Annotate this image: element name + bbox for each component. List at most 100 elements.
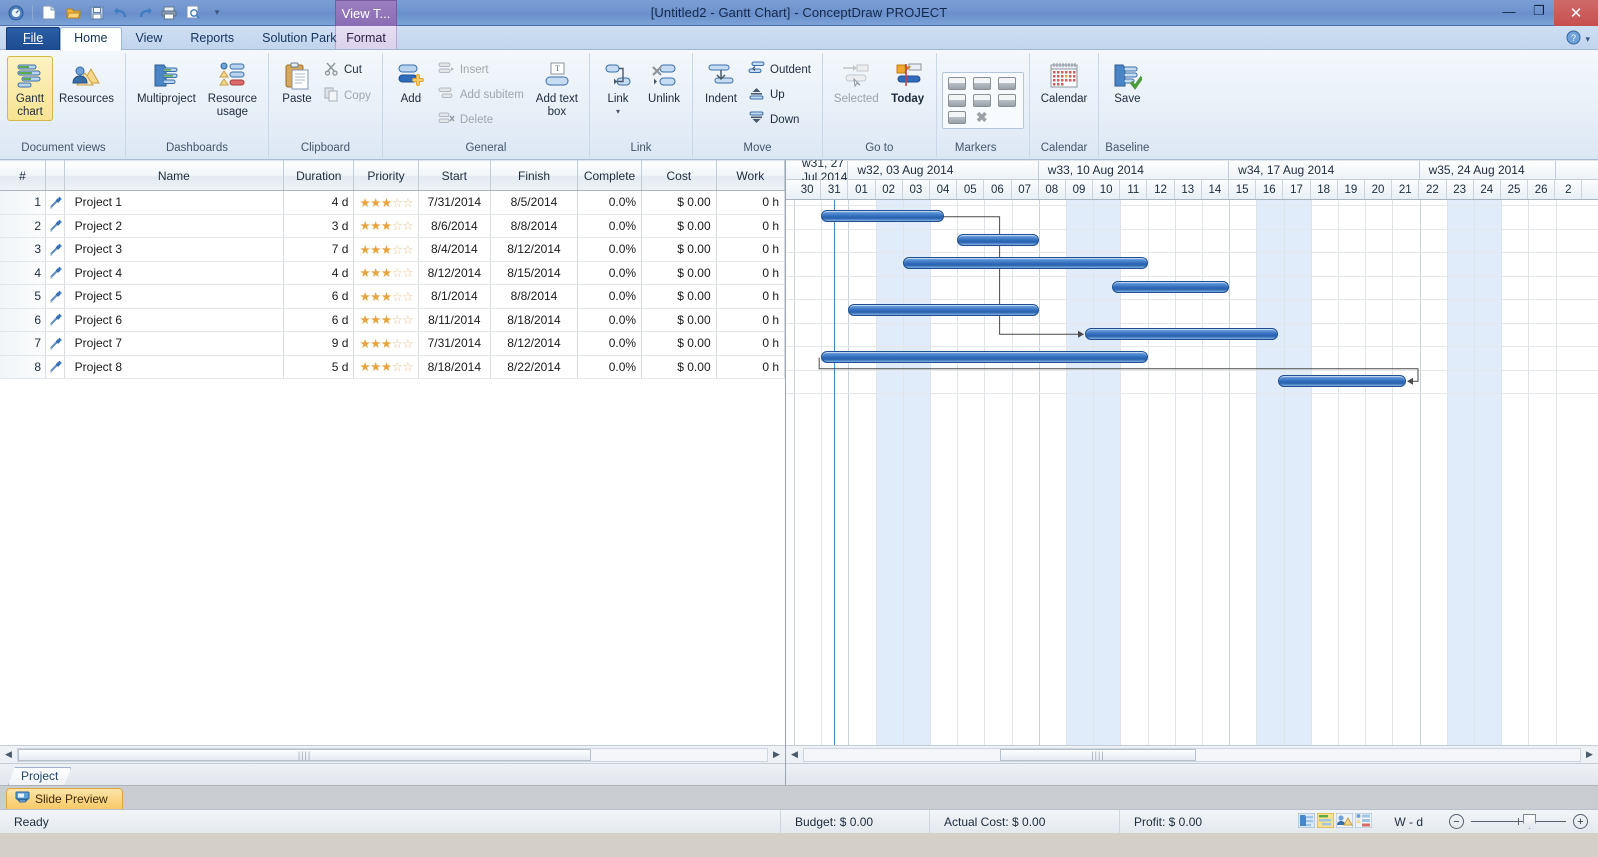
go-to-selected-button[interactable]: Selected xyxy=(828,56,885,109)
cell-duration[interactable]: 4 d xyxy=(283,190,355,215)
cell-complete[interactable]: 0.0% xyxy=(577,355,643,379)
marker-2[interactable] xyxy=(972,76,991,90)
delete-button[interactable]: Delete xyxy=(434,108,530,131)
outdent-button[interactable]: Outdent xyxy=(744,58,817,81)
task-type-icon[interactable] xyxy=(45,331,65,356)
redo-icon[interactable] xyxy=(135,3,155,23)
cell-complete[interactable]: 0.0% xyxy=(577,214,643,238)
gantt-bar[interactable] xyxy=(1278,374,1406,387)
sheet-tab-project[interactable]: Project xyxy=(8,767,71,785)
gantt-bar[interactable] xyxy=(1112,280,1230,293)
cell-finish[interactable]: 8/8/2014 xyxy=(490,214,578,238)
cell-number[interactable]: 6 xyxy=(0,308,47,332)
cell-duration[interactable]: 5 d xyxy=(283,355,355,379)
cell-start[interactable]: 8/11/2014 xyxy=(418,308,492,332)
cell-number[interactable]: 7 xyxy=(0,331,47,356)
cell-number[interactable]: 1 xyxy=(0,190,47,215)
col-header-complete[interactable]: Complete xyxy=(577,160,643,191)
table-scroll-thumb[interactable]: |||| xyxy=(18,748,591,761)
indent-button[interactable]: Indent xyxy=(698,56,744,109)
customize-qat-icon[interactable]: ▾ xyxy=(207,3,227,23)
gantt-bar[interactable] xyxy=(848,304,1039,316)
slide-preview-tab[interactable]: Slide Preview xyxy=(6,788,123,809)
cell-start[interactable]: 7/31/2014 xyxy=(418,190,492,215)
gantt-scroll-thumb[interactable]: |||| xyxy=(1000,748,1196,761)
tab-home[interactable]: Home xyxy=(60,27,122,51)
markers-gallery[interactable]: ✖ xyxy=(941,71,1024,129)
app-menu-icon[interactable] xyxy=(6,3,26,23)
task-type-icon[interactable] xyxy=(45,190,65,215)
insert-button[interactable]: Insert xyxy=(434,58,530,81)
help-controls[interactable]: ? ▾ xyxy=(1566,30,1590,48)
cell-duration[interactable]: 6 d xyxy=(283,284,355,309)
marker-4[interactable] xyxy=(947,93,966,107)
cell-finish[interactable]: 8/22/2014 xyxy=(490,355,578,379)
gantt-bar[interactable] xyxy=(821,351,1148,363)
cell-name[interactable]: Project 5 xyxy=(64,284,285,309)
cell-number[interactable]: 8 xyxy=(0,355,47,379)
gantt-bar[interactable] xyxy=(902,257,1148,269)
task-type-icon[interactable] xyxy=(45,237,65,262)
cell-cost[interactable]: $ 0.00 xyxy=(641,214,717,238)
cell-name[interactable]: Project 7 xyxy=(64,331,285,356)
cell-name[interactable]: Project 8 xyxy=(64,355,285,379)
copy-button[interactable]: Copy xyxy=(320,84,377,108)
cell-work[interactable]: 0 h xyxy=(716,214,786,238)
cell-name[interactable]: Project 2 xyxy=(64,214,285,238)
close-button[interactable]: ✕ xyxy=(1554,0,1598,26)
cell-priority[interactable]: ★★★☆☆ xyxy=(353,261,419,285)
cell-name[interactable]: Project 1 xyxy=(64,190,285,215)
view-gantt-icon[interactable] xyxy=(1316,812,1335,831)
cell-duration[interactable]: 3 d xyxy=(283,214,355,238)
add-button[interactable]: Add xyxy=(388,56,434,109)
marker-6[interactable] xyxy=(997,93,1016,107)
cell-work[interactable]: 0 h xyxy=(716,284,786,309)
gantt-scroll-left-icon[interactable]: ◀ xyxy=(786,747,803,763)
tab-reports[interactable]: Reports xyxy=(176,27,248,50)
add-text-box-button[interactable]: T Add text box xyxy=(530,56,584,121)
cell-finish[interactable]: 8/8/2014 xyxy=(490,284,578,309)
save-icon[interactable] xyxy=(87,3,107,23)
cell-work[interactable]: 0 h xyxy=(716,308,786,332)
marker-1[interactable] xyxy=(947,76,966,90)
gantt-canvas[interactable] xyxy=(786,200,1598,745)
table-row[interactable]: 2 Project 23 d ★★★☆☆ 8/6/2014 8/8/2014 0.0% $ … xyxy=(0,214,786,238)
move-down-button[interactable]: Down xyxy=(744,108,817,131)
marker-5[interactable] xyxy=(972,93,991,107)
cell-duration[interactable]: 6 d xyxy=(283,308,355,332)
cell-name[interactable]: Project 6 xyxy=(64,308,285,332)
cell-priority[interactable]: ★★★☆☆ xyxy=(353,237,419,262)
link-dropdown-icon[interactable]: ▾ xyxy=(616,106,620,119)
view-switcher[interactable] xyxy=(1292,810,1378,833)
multiproject-button[interactable]: Multiproject xyxy=(131,56,202,109)
cell-cost[interactable]: $ 0.00 xyxy=(641,237,717,262)
col-header-icon[interactable] xyxy=(45,160,65,191)
task-type-icon[interactable] xyxy=(45,308,65,332)
cell-priority[interactable]: ★★★☆☆ xyxy=(353,331,419,356)
col-header-number[interactable]: # xyxy=(0,160,47,191)
zoom-in-button[interactable]: + xyxy=(1573,814,1588,829)
cell-start[interactable]: 8/18/2014 xyxy=(418,355,492,379)
cell-duration[interactable]: 7 d xyxy=(283,237,355,262)
cell-priority[interactable]: ★★★☆☆ xyxy=(353,190,419,215)
unlink-button[interactable]: Unlink xyxy=(641,56,687,109)
marker-7[interactable] xyxy=(947,110,966,124)
cell-finish[interactable]: 8/12/2014 xyxy=(490,331,578,356)
undo-icon[interactable] xyxy=(111,3,131,23)
table-row[interactable]: 7 Project 79 d ★★★☆☆ 7/31/2014 8/12/2014 0.0%… xyxy=(0,331,786,356)
cell-work[interactable]: 0 h xyxy=(716,331,786,356)
cell-cost[interactable]: $ 0.00 xyxy=(641,190,717,215)
new-document-icon[interactable] xyxy=(39,3,59,23)
cell-start[interactable]: 8/12/2014 xyxy=(418,261,492,285)
task-type-icon[interactable] xyxy=(45,355,65,379)
table-row[interactable]: 8 Project 85 d ★★★☆☆ 8/18/2014 8/22/2014 0.0%… xyxy=(0,355,786,379)
save-baseline-button[interactable]: Save xyxy=(1104,56,1150,109)
cell-duration[interactable]: 4 d xyxy=(283,261,355,285)
cell-priority[interactable]: ★★★☆☆ xyxy=(353,284,419,309)
zoom-out-button[interactable]: − xyxy=(1449,814,1464,829)
col-header-name[interactable]: Name xyxy=(64,160,285,191)
cell-cost[interactable]: $ 0.00 xyxy=(641,261,717,285)
calendar-button[interactable]: Calendar xyxy=(1035,56,1094,109)
cell-complete[interactable]: 0.0% xyxy=(577,237,643,262)
cell-complete[interactable]: 0.0% xyxy=(577,261,643,285)
